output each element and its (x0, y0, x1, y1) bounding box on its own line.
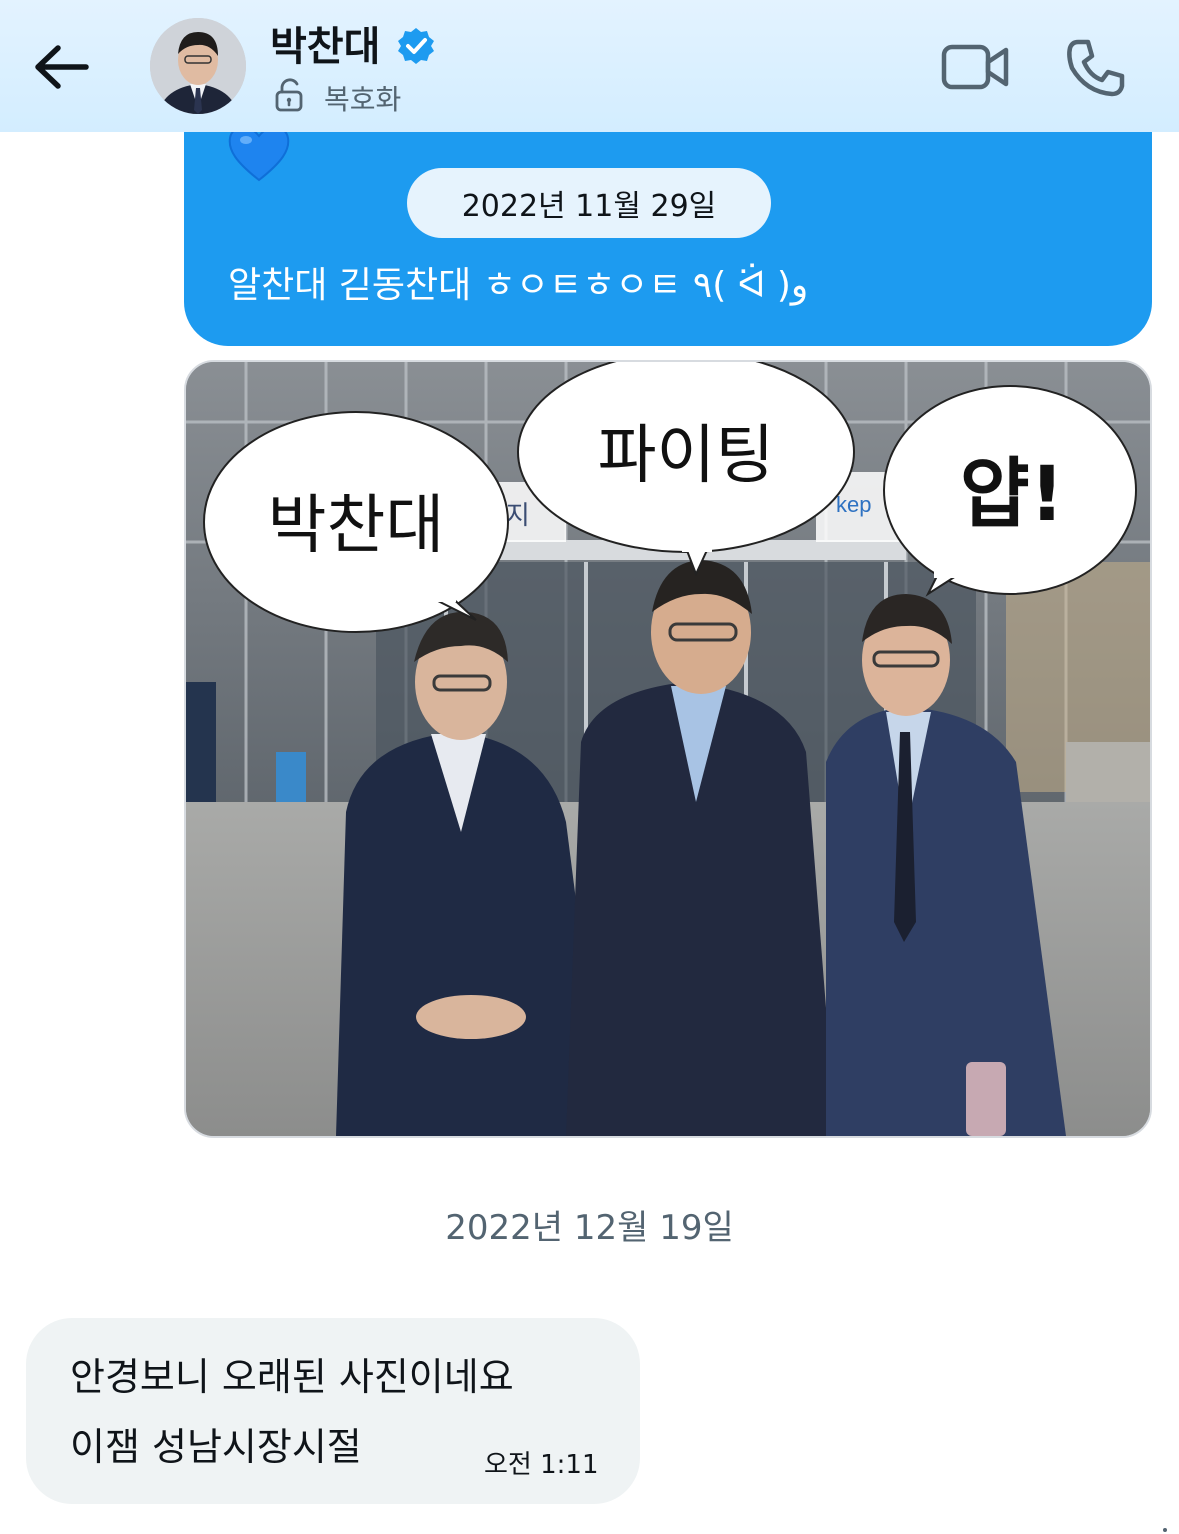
photo-message[interactable]: kep 번지 (184, 360, 1152, 1138)
contact-name[interactable]: 박찬대 (270, 14, 380, 72)
speech-bubble-middle-text: 파이팅 (598, 419, 775, 493)
dm-conversation-screen: 2022년 11월 29일 알찬대 긷동찬대 ㅎㅇㅌㅎㅇㅌ ٩( ᐛ )و ke… (0, 0, 1179, 1534)
speech-bubble-right: 얍! (883, 385, 1137, 597)
date-separator: 2022년 11월 29일 (407, 168, 771, 238)
arrow-left-icon[interactable] (30, 38, 92, 96)
speech-bubble-right-text: 얍! (960, 449, 1065, 538)
avatar[interactable] (150, 18, 246, 114)
sent-message-text: 알찬대 긷동찬대 ㅎㅇㅌㅎㅇㅌ ٩( ᐛ )و (228, 265, 809, 306)
received-message-line-1: 안경보니 오래된 사진이네요 (70, 1355, 514, 1399)
scroll-indicator (1163, 1528, 1167, 1532)
unlock-icon (275, 78, 303, 112)
speech-bubble-left: 박찬대 (203, 411, 509, 633)
received-message-line-2: 이잼 성남시장시절 (70, 1425, 362, 1469)
message-timestamp: 오전 1:11 (484, 1450, 599, 1480)
avatar-image (150, 18, 246, 114)
speech-bubble-left-text: 박찬대 (268, 489, 445, 563)
verified-badge-icon (398, 28, 434, 64)
photo-image: kep 번지 (186, 362, 1150, 1136)
date-separator-text: 2022년 11월 29일 (461, 189, 717, 224)
phone-icon[interactable] (1064, 38, 1126, 98)
sign-logo: kep (836, 492, 871, 517)
date-separator: 2022년 12월 19일 (445, 1208, 734, 1248)
video-camera-icon[interactable] (940, 40, 1010, 94)
conversation-header: 박찬대 복호화 (0, 0, 1179, 132)
encryption-status-label: 복호화 (324, 83, 402, 116)
